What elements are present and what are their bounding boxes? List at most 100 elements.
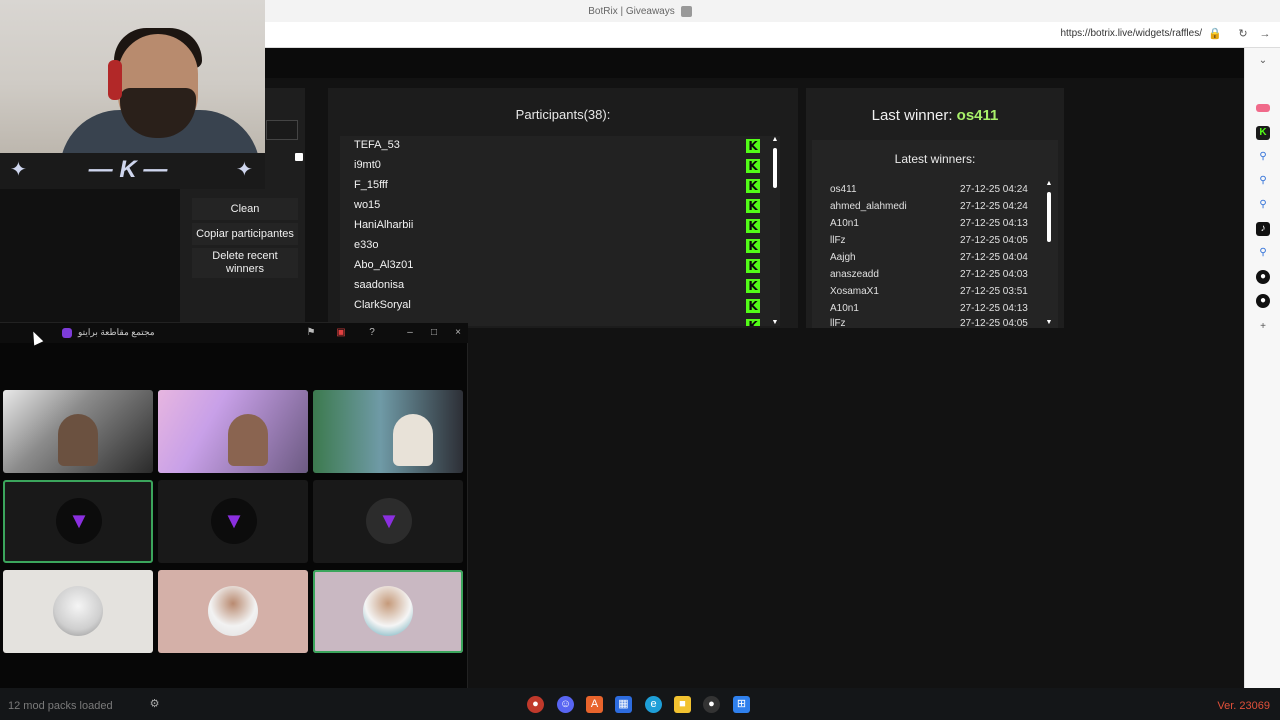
scroll-down-arrow-icon[interactable]: ▼ <box>770 319 780 326</box>
winner-row: XosamaX1 27-12-25 03:51 <box>812 284 1048 301</box>
participant-name: F_15fff <box>354 179 388 191</box>
winner-name: A10n1 <box>830 303 859 314</box>
last-winner-name: os411 <box>956 107 999 124</box>
winner-date: 27-12-25 04:24 <box>960 184 1028 195</box>
forward-icon[interactable]: → <box>1258 27 1272 41</box>
search-icon[interactable]: ⚲ <box>1256 198 1270 212</box>
search-icon[interactable]: ⚲ <box>1256 150 1270 164</box>
video-tile[interactable] <box>3 390 153 473</box>
settings-input[interactable] <box>266 120 298 140</box>
app-icon[interactable]: ● <box>1256 294 1270 308</box>
winner-name: A10n1 <box>830 218 859 229</box>
participants-scrollbar[interactable]: ▲ ▼ <box>770 136 780 326</box>
screen-share-icon[interactable]: ▣ <box>334 326 348 340</box>
winner-name: llFz <box>830 235 846 246</box>
stream-logo-bar: ✦ — K — ✦ <box>0 153 265 189</box>
winner-name: ahmed_alahmedi <box>830 201 907 212</box>
participant-name: wo15 <box>354 199 381 211</box>
close-icon[interactable]: × <box>451 326 465 340</box>
participant-name: HaniAlharbii <box>354 219 414 231</box>
kick-icon: K <box>746 239 760 253</box>
winner-row: ahmed_alahmedi 27-12-25 04:24 <box>812 199 1048 216</box>
minimize-icon[interactable]: – <box>403 326 417 340</box>
windows-start-icon[interactable]: ⊞ <box>733 696 750 713</box>
participant-row: F_15fff K <box>340 176 765 196</box>
winner-date: 27-12-25 04:13 <box>960 218 1028 229</box>
folder-icon[interactable]: ■ <box>674 696 691 713</box>
participant-row: i9mt0 K <box>340 156 765 176</box>
avatar-tile[interactable]: ▼ <box>313 480 463 563</box>
server-avatar-icon: ▼ <box>56 498 102 544</box>
user-avatar <box>53 586 103 636</box>
chevron-down-icon[interactable]: ⌄ <box>1256 54 1270 68</box>
kick-icon: K <box>746 199 760 213</box>
edge-icon[interactable]: e <box>645 696 662 713</box>
participants-title: Participants(38): <box>515 107 611 122</box>
kick-icon: K <box>746 279 760 293</box>
scroll-up-arrow-icon[interactable]: ▲ <box>1044 180 1054 187</box>
share-icon[interactable] <box>680 5 692 17</box>
last-winner-heading: Last winner: os411 <box>806 107 1064 124</box>
kick-icon: K <box>746 139 760 153</box>
help-icon[interactable]: ? <box>365 326 379 340</box>
settings-icon[interactable]: ⚙ <box>146 696 163 713</box>
url-text[interactable]: https://botrix.live/widgets/raffles/ <box>1060 28 1202 39</box>
participant-row: HaniAlharbii K <box>340 216 765 236</box>
add-icon[interactable]: + <box>1256 320 1270 334</box>
participant-name: i9mt0 <box>354 159 381 171</box>
app-icon[interactable] <box>1256 104 1270 112</box>
video-tile[interactable] <box>313 390 463 473</box>
kick-icon: K <box>746 159 760 173</box>
kick-icon: K <box>746 319 760 326</box>
latest-winners-title: Latest winners: <box>894 152 976 166</box>
avatar-tile[interactable]: ▼ <box>3 480 153 563</box>
participant-row: wo15 K <box>340 196 765 216</box>
kick-icon[interactable]: K <box>1256 126 1270 140</box>
copy-participants-button[interactable]: Copiar participantes <box>192 223 298 245</box>
participant-name: Abo_Al3z01 <box>354 259 414 271</box>
avatar-tile[interactable]: ▼ <box>158 480 308 563</box>
sparkle-icon: ✦ <box>236 159 253 181</box>
participant-row: ClarkSoryal K <box>340 296 765 316</box>
search-icon[interactable]: ⚲ <box>1256 174 1270 188</box>
winner-row: anaszeadd 27-12-25 04:03 <box>812 267 1048 284</box>
last-winner-label: Last winner: <box>871 107 953 124</box>
app-icon[interactable]: ● <box>527 696 544 713</box>
participant-name: e33o <box>354 239 379 251</box>
scroll-thumb[interactable] <box>1047 192 1051 242</box>
delete-recent-winners-button[interactable]: Delete recent winners <box>192 248 298 278</box>
winners-scrollbar[interactable]: ▲ ▼ <box>1044 180 1054 326</box>
scroll-down-arrow-icon[interactable]: ▼ <box>1044 319 1054 326</box>
scroll-up-arrow-icon[interactable]: ▲ <box>770 136 780 143</box>
winner-name: os411 <box>830 184 857 195</box>
discord-icon[interactable]: ☺ <box>557 696 574 713</box>
app-icon[interactable]: A <box>586 696 603 713</box>
tiktok-icon[interactable]: ♪ <box>1256 222 1270 236</box>
kick-icon: K <box>746 299 760 313</box>
store-icon[interactable]: ▦ <box>615 696 632 713</box>
app-icon[interactable]: ● <box>1256 270 1270 284</box>
participant-video <box>58 414 98 466</box>
winner-date: 27-12-25 04:05 <box>960 235 1028 246</box>
maximize-icon[interactable]: □ <box>427 326 441 340</box>
reload-icon[interactable]: ↻ <box>1236 27 1250 41</box>
server-avatar-icon: ▼ <box>366 498 412 544</box>
flag-icon[interactable]: ⚑ <box>304 326 318 340</box>
winner-name: llFz <box>830 318 846 328</box>
video-tile[interactable] <box>158 390 308 473</box>
winner-date: 27-12-25 04:04 <box>960 252 1028 263</box>
winner-date: 27-12-25 04:24 <box>960 201 1028 212</box>
lock-icon[interactable]: 🔒 <box>1208 27 1222 41</box>
clean-button[interactable]: Clean <box>192 198 298 220</box>
settings-checkbox[interactable] <box>295 153 303 161</box>
avatar-tile[interactable] <box>313 570 463 653</box>
tab-title[interactable]: BotRix | Giveaways <box>588 6 675 17</box>
search-icon[interactable]: ⚲ <box>1256 246 1270 260</box>
taskbar: 12 mod packs loaded ⚙ ● ☺ A ▦ e ■ ● ⊞ Ve… <box>0 688 1280 720</box>
voice-call-window: مجتمع مقاطعة برايتو ⚑ ▣ ? – □ × ▼ ▼ ▼ <box>0 322 468 702</box>
scroll-thumb[interactable] <box>773 148 777 188</box>
winner-row: A10n1 27-12-25 04:13 <box>812 216 1048 233</box>
app-icon[interactable]: ● <box>703 696 720 713</box>
avatar-tile[interactable] <box>3 570 153 653</box>
avatar-tile[interactable] <box>158 570 308 653</box>
